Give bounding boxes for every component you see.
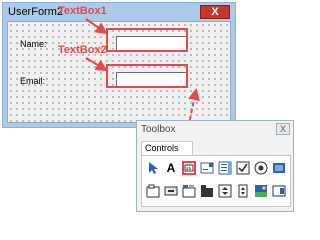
scrollbar-icon[interactable] (218, 184, 232, 198)
textbox2-arrow (85, 57, 108, 72)
tabstrip-icon[interactable] (182, 184, 196, 198)
listbox-icon[interactable] (218, 161, 232, 175)
togglebutton-icon[interactable] (272, 161, 286, 175)
toolbox-close-button[interactable]: X (276, 123, 290, 135)
textbox-icon[interactable]: ab (182, 161, 196, 175)
label-icon[interactable]: A (164, 161, 178, 175)
tab-controls[interactable]: Controls (141, 141, 193, 155)
frame-icon[interactable] (146, 184, 160, 198)
checkbox-icon[interactable] (236, 161, 250, 175)
select-objects-icon[interactable] (146, 161, 160, 175)
textbox1-arrow (85, 18, 108, 35)
toolbox-title: Toolbox (141, 124, 176, 135)
optionbutton-icon[interactable] (254, 161, 268, 175)
combobox-icon[interactable] (200, 161, 214, 175)
refedit-icon[interactable] (272, 184, 286, 198)
commandbutton-icon[interactable] (164, 184, 178, 198)
multipage-icon[interactable] (200, 184, 214, 198)
image-icon[interactable] (254, 184, 268, 198)
spinbutton-icon[interactable] (236, 184, 250, 198)
toolbox-window: Toolbox X Controls A ab (136, 120, 294, 212)
svg-text:ab: ab (186, 166, 191, 171)
toolbox-controls-grid: A ab (141, 155, 291, 207)
